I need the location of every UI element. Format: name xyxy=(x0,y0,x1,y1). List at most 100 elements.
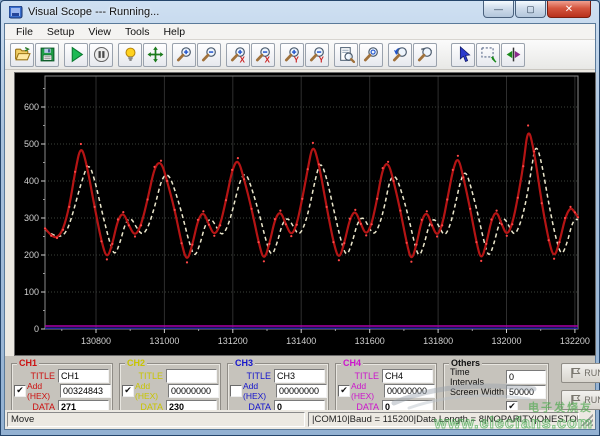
save-icon xyxy=(40,47,54,62)
zoom-window-icon xyxy=(363,47,378,62)
zoom-in-y-icon: Y xyxy=(284,47,299,63)
svg-text:300: 300 xyxy=(24,213,39,223)
channel-group-ch3: CH3TITLEAdd (HEX)DATA xyxy=(227,358,329,417)
zoom-in-x-button[interactable]: X xyxy=(226,42,250,67)
title-label: TITLE xyxy=(354,371,379,381)
time-intervals-input[interactable] xyxy=(506,370,546,384)
zoom-in-icon xyxy=(176,47,191,62)
move-button[interactable] xyxy=(143,42,167,67)
run-button[interactable] xyxy=(64,42,88,67)
ch3-title-input[interactable] xyxy=(274,369,325,383)
ch4-title-input[interactable] xyxy=(382,369,433,383)
ch3-addr-input[interactable] xyxy=(276,384,327,398)
resize-grip[interactable] xyxy=(581,413,593,426)
run-button-1[interactable]: RUN xyxy=(561,363,600,383)
svg-text:0: 0 xyxy=(34,324,39,334)
app-window: Visual Scope --- Running... — ▢ ✕ File Se… xyxy=(0,0,600,436)
svg-text:131600: 131600 xyxy=(355,336,385,346)
app-icon xyxy=(9,5,23,18)
menu-help[interactable]: Help xyxy=(156,25,192,39)
toolbar: X X Y Y xyxy=(5,40,595,70)
zoom-redo-button[interactable] xyxy=(413,42,437,67)
addr-label: Add (HEX) xyxy=(243,381,267,401)
minimize-button[interactable]: — xyxy=(483,1,514,18)
trace-ch2 xyxy=(44,147,579,256)
zoom-out-x-icon: X xyxy=(255,47,270,63)
channel-caption: CH2 xyxy=(125,358,148,368)
zoom-undo-button[interactable] xyxy=(388,42,412,67)
svg-text:500: 500 xyxy=(24,139,39,149)
addr-label: Add (HEX) xyxy=(27,381,51,401)
open-button[interactable] xyxy=(10,42,34,67)
title-label: TITLE xyxy=(30,371,55,381)
zoom-out-y-icon: Y xyxy=(309,47,324,63)
menu-view[interactable]: View xyxy=(81,25,118,39)
ch3-addr-checkbox[interactable] xyxy=(230,385,242,397)
pointer-button[interactable] xyxy=(451,42,475,67)
svg-text:130800: 130800 xyxy=(81,336,111,346)
zoom-out-icon xyxy=(201,47,216,62)
zoom-redo-icon xyxy=(417,47,432,62)
fit-page-button[interactable] xyxy=(334,42,358,67)
menu-file[interactable]: File xyxy=(9,25,40,39)
channel-group-ch4: CH4TITLE✔Add (HEX)DATA xyxy=(335,358,437,417)
channel-group-ch2: CH2TITLE✔Add (HEX)DATA xyxy=(119,358,221,417)
ch4-addr-checkbox[interactable]: ✔ xyxy=(338,385,350,397)
zoom-in-button[interactable] xyxy=(172,42,196,67)
addr-label: Add (HEX) xyxy=(351,381,375,401)
svg-text:400: 400 xyxy=(24,176,39,186)
client-area: File Setup View Tools Help X X Y Y 0 100… xyxy=(4,23,600,430)
select-region-button[interactable] xyxy=(476,42,500,67)
ch2-addr-checkbox[interactable]: ✔ xyxy=(122,385,134,397)
close-button[interactable]: ✕ xyxy=(547,1,591,18)
svg-text:200: 200 xyxy=(24,250,39,260)
channel-caption: CH1 xyxy=(17,358,40,368)
svg-text:131200: 131200 xyxy=(218,336,248,346)
svg-text:X: X xyxy=(239,55,245,63)
time-intervals-label: Time Intervals xyxy=(450,367,485,387)
zoom-in-x-icon: X xyxy=(230,47,245,63)
status-com-info: |COM10|Baud = 115200|Data Length = 8|NOP… xyxy=(308,412,579,427)
zoom-out-x-button[interactable]: X xyxy=(251,42,275,67)
ch4-addr-input[interactable] xyxy=(384,384,435,398)
others-group: OthersTime IntervalsScreen Width✔ xyxy=(443,358,549,417)
zoom-out-y-button[interactable]: Y xyxy=(305,42,329,67)
svg-text:132200: 132200 xyxy=(560,336,590,346)
ch1-addr-input[interactable] xyxy=(60,384,111,398)
svg-text:131800: 131800 xyxy=(423,336,453,346)
menu-tools[interactable]: Tools xyxy=(118,25,157,39)
open-icon xyxy=(14,46,31,61)
pause-button[interactable] xyxy=(89,42,113,67)
ch2-title-input[interactable] xyxy=(166,369,217,383)
ch2-addr-input[interactable] xyxy=(168,384,219,398)
light-icon xyxy=(125,47,135,61)
maximize-button[interactable]: ▢ xyxy=(515,1,546,18)
ch1-title-input[interactable] xyxy=(58,369,109,383)
title-bar[interactable]: Visual Scope --- Running... — ▢ ✕ xyxy=(1,1,599,23)
oscilloscope-plot[interactable]: 0 100 200 300 400 500 600 130800 131000 131200 131… xyxy=(14,72,596,356)
fit-page-icon xyxy=(339,47,355,63)
screen-width-label: Screen Width xyxy=(450,387,505,397)
save-button[interactable] xyxy=(35,42,59,67)
light-button[interactable] xyxy=(118,42,142,67)
waveform-chart[interactable]: 0 100 200 300 400 500 600 130800 131000 131200 131… xyxy=(15,73,593,353)
svg-text:600: 600 xyxy=(24,102,39,112)
svg-text:131400: 131400 xyxy=(286,336,316,346)
svg-text:131000: 131000 xyxy=(149,336,179,346)
screen-width-input[interactable] xyxy=(506,385,546,399)
channel-caption: CH3 xyxy=(233,358,256,368)
zoom-in-y-button[interactable]: Y xyxy=(280,42,304,67)
svg-text:Y: Y xyxy=(318,55,324,63)
menu-setup[interactable]: Setup xyxy=(40,25,81,39)
cursors-icon xyxy=(506,47,520,62)
zoom-out-button[interactable] xyxy=(197,42,221,67)
title-label: TITLE xyxy=(138,371,163,381)
cursors-button[interactable] xyxy=(501,42,525,67)
addr-label: Add (HEX) xyxy=(135,381,159,401)
channel-group-ch1: CH1TITLE✔Add (HEX)DATA xyxy=(11,358,113,417)
svg-text:X: X xyxy=(264,55,270,63)
ch1-addr-checkbox[interactable]: ✔ xyxy=(14,385,26,397)
title-label: TITLE xyxy=(246,371,271,381)
zoom-window-button[interactable] xyxy=(359,42,383,67)
status-bar: Move |COM10|Baud = 115200|Data Length = … xyxy=(5,410,595,429)
